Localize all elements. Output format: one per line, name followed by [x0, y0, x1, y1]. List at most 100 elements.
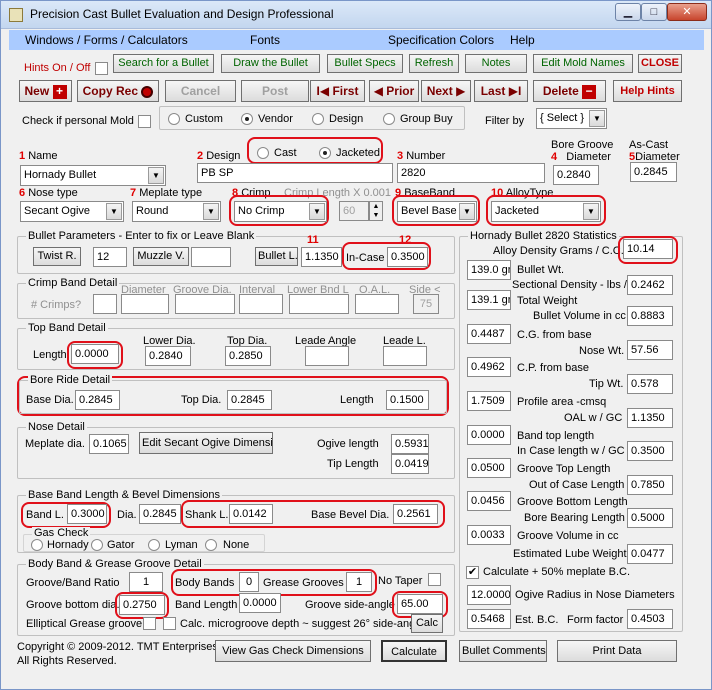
menu-fonts[interactable]: Fonts — [250, 33, 280, 47]
prior-record-button[interactable]: ◀ Prior — [369, 80, 419, 102]
edit-mold-names-button[interactable]: Edit Mold Names — [533, 54, 633, 73]
next-record-button[interactable]: Next ▶ — [421, 80, 471, 102]
group-buy-radio[interactable] — [383, 113, 395, 125]
base-bevel-dia-input[interactable]: 0.2561 — [393, 504, 438, 524]
total-wt-label: Total Weight — [517, 295, 578, 307]
bore-ride-length-input[interactable]: 0.1500 — [386, 390, 429, 410]
twist-button[interactable]: Twist R. — [33, 247, 81, 266]
hints-checkbox[interactable] — [95, 62, 108, 75]
design-input[interactable]: PB SP — [197, 163, 393, 183]
baseband-select[interactable]: Bevel Base ▼ — [397, 201, 477, 222]
leade-angle-input[interactable] — [305, 346, 349, 366]
bullet-comments-button[interactable]: Bullet Comments — [459, 640, 547, 662]
personal-mold-checkbox[interactable] — [138, 115, 151, 128]
crimp-select[interactable]: No Crimp ▼ — [234, 201, 327, 222]
bullet-l-button[interactable]: Bullet L. — [255, 247, 298, 266]
grease-grooves-input[interactable]: 1 — [346, 572, 372, 592]
menu-spec-colors[interactable]: Specification Colors — [388, 33, 494, 47]
ogive-length-input[interactable]: 0.5931 — [391, 434, 429, 454]
calculate-button[interactable]: Calculate — [381, 640, 447, 662]
window-close-button[interactable]: ✕ — [667, 3, 707, 21]
twist-input[interactable]: 12 — [93, 247, 127, 267]
search-bullet-button[interactable]: Search for a Bullet — [113, 54, 214, 73]
crimp-interval-input[interactable] — [239, 294, 283, 314]
draw-bullet-button[interactable]: Draw the Bullet — [221, 54, 320, 73]
menu-help[interactable]: Help — [510, 33, 535, 47]
groove-band-ratio-input[interactable]: 1 — [129, 572, 163, 592]
delete-record-button[interactable]: Delete − — [533, 80, 606, 102]
name-select[interactable]: Hornady Bullet ▼ — [20, 165, 166, 186]
edit-secant-ogive-button[interactable]: Edit Secant Ogive Dimensions — [139, 432, 273, 454]
shank-l-input[interactable]: 0.0142 — [229, 504, 273, 524]
calc-micro-checkbox[interactable] — [163, 617, 176, 630]
leade-l-input[interactable] — [383, 346, 427, 366]
view-gas-check-button[interactable]: View Gas Check Dimensions — [215, 640, 371, 662]
copy-record-button[interactable]: Copy Rec — [77, 80, 159, 102]
notes-button[interactable]: Notes — [465, 54, 527, 73]
muzzle-input[interactable] — [191, 247, 231, 267]
bore-groove-input[interactable]: 0.2840 — [553, 165, 599, 185]
post-button[interactable]: Post — [241, 80, 309, 102]
calc-button[interactable]: Calc — [411, 614, 443, 633]
minimize-button[interactable]: ▁ — [615, 3, 641, 21]
gator-radio[interactable] — [91, 539, 103, 551]
crimp-length-spinner[interactable]: ▲ ▼ — [369, 201, 383, 221]
first-record-button[interactable]: I◀ First — [310, 80, 365, 102]
none-radio[interactable] — [205, 539, 217, 551]
refresh-button[interactable]: Refresh — [409, 54, 459, 73]
as-cast-input[interactable]: 0.2845 — [630, 162, 677, 182]
incase-input[interactable]: 0.3500 — [387, 247, 428, 267]
alloy-density-input[interactable]: 10.14 — [623, 239, 673, 259]
print-data-button[interactable]: Print Data — [557, 640, 677, 662]
bore-ride-base-dia-input[interactable]: 0.2845 — [75, 390, 120, 410]
nose-type-select[interactable]: Secant Ogive ▼ — [20, 201, 124, 222]
meplate-type-select[interactable]: Round ▼ — [132, 201, 221, 222]
cancel-button[interactable]: Cancel — [165, 80, 236, 102]
number-input[interactable]: 2820 — [397, 163, 545, 183]
new-record-button[interactable]: New + — [19, 80, 72, 102]
menu-windows[interactable]: Windows / Forms / Calculators — [25, 33, 188, 47]
elliptical-checkbox[interactable] — [143, 617, 156, 630]
cast-radio[interactable] — [257, 147, 269, 159]
filter-select[interactable]: { Select } ▼ — [536, 108, 607, 129]
bullet-specs-button[interactable]: Bullet Specs — [327, 54, 403, 73]
tip-length-input[interactable]: 0.0419 — [391, 454, 429, 474]
help-hints-button[interactable]: Help Hints — [613, 80, 682, 102]
calc-meplate-checkbox[interactable]: ✔ — [466, 566, 479, 579]
groove-bottom-dia-input[interactable]: 0.2750 — [119, 595, 165, 615]
meplate-dia-input[interactable]: 0.1065 — [89, 434, 129, 454]
groove-side-angle-input[interactable]: 65.00 — [397, 594, 443, 614]
hornady-radio[interactable] — [31, 539, 43, 551]
crimp-groove-dia-input[interactable] — [175, 294, 235, 314]
crimp-oal-input[interactable] — [355, 294, 399, 314]
grease-grooves-label: Grease Grooves — [263, 577, 344, 589]
crimp-lower-bnd-input[interactable] — [289, 294, 349, 314]
bullet-l-input[interactable]: 1.1350 — [301, 247, 342, 267]
bullet-wt-value: 139.0 gr — [467, 260, 511, 280]
crimp-length-input[interactable]: 60 — [339, 201, 369, 221]
band-length-input[interactable]: 0.0000 — [239, 593, 281, 613]
muzzle-button[interactable]: Muzzle V. — [133, 247, 189, 266]
alloy-type-select[interactable]: Jacketed ▼ — [491, 201, 601, 222]
crimp-diameter-input[interactable] — [121, 294, 169, 314]
crimps-input[interactable] — [93, 294, 117, 314]
design-radio[interactable] — [312, 113, 324, 125]
close-button[interactable]: CLOSE — [638, 54, 682, 73]
top-dia-input[interactable]: 0.2850 — [225, 346, 271, 366]
lower-dia-input[interactable]: 0.2840 — [145, 346, 191, 366]
last-icon: ▶I — [508, 84, 522, 98]
jacketed-radio[interactable] — [319, 147, 331, 159]
title-bar[interactable]: Precision Cast Bullet Evaluation and Des… — [1, 1, 711, 29]
lyman-radio[interactable] — [148, 539, 160, 551]
vendor-radio[interactable] — [241, 113, 253, 125]
band-l-input[interactable]: 0.3000 — [67, 504, 107, 524]
base-band-dia-input[interactable]: 0.2845 — [139, 504, 181, 524]
bore-ride-top-dia-input[interactable]: 0.2845 — [227, 390, 272, 410]
last-record-button[interactable]: Last ▶I — [474, 80, 528, 102]
custom-radio[interactable] — [168, 113, 180, 125]
top-band-length-input[interactable]: 0.0000 — [71, 344, 119, 364]
body-bands-input[interactable]: 0 — [239, 572, 259, 592]
crimp-side-input[interactable]: 75 — [413, 294, 439, 314]
maximize-button[interactable]: □ — [641, 3, 667, 21]
no-taper-checkbox[interactable] — [428, 573, 441, 586]
